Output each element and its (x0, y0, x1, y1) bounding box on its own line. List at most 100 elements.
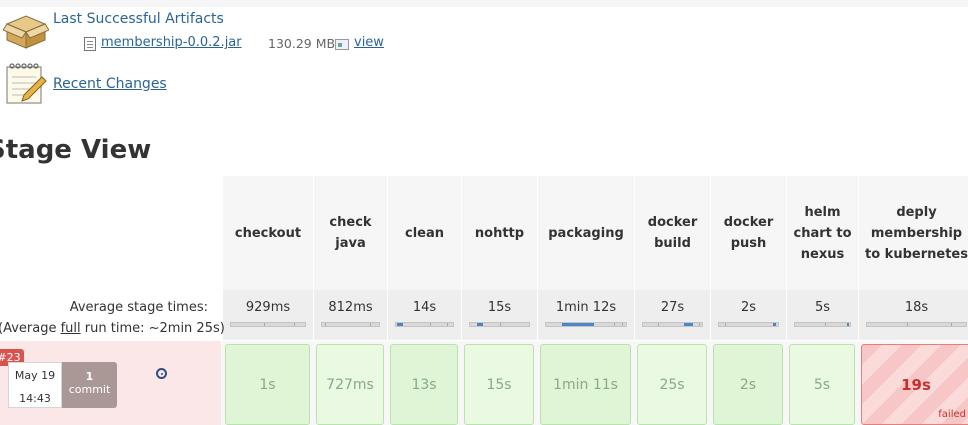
stage-average-bar (469, 322, 530, 327)
stage-average-bar-fill (562, 323, 594, 326)
file-icon (84, 37, 96, 51)
avg-full-prefix: (Average (0, 321, 61, 336)
stage-header-7: helm chart to nexus (786, 176, 858, 290)
stage-average-time: 812ms (328, 300, 373, 315)
stage-average-time: 14s (412, 300, 437, 315)
stage-header-1: check java (313, 176, 387, 290)
artifact-file-size: 130.29 MB (268, 36, 336, 51)
stage-average-bar-tick (825, 323, 827, 326)
package-icon (3, 15, 49, 49)
stage-average-0: 929ms (222, 290, 313, 340)
artifact-view-link[interactable]: view (354, 35, 384, 50)
stage-average-bar-tick (951, 323, 953, 326)
stage-header-8: deply membership to kubernetes (858, 176, 968, 290)
stage-result-success[interactable]: 13s (390, 344, 458, 425)
info-icon[interactable] (156, 368, 167, 379)
stage-result-cell-3[interactable]: 15s (461, 341, 537, 425)
stage-average-bar (321, 322, 380, 327)
stage-result-duration: 13s (411, 376, 437, 393)
stage-average-bar-tick (430, 323, 432, 326)
stage-result-cell-7[interactable]: 5s (786, 341, 858, 425)
failed-label: failed (938, 409, 966, 420)
stage-average-bar-tick (264, 323, 266, 326)
stage-header-4: packaging (537, 176, 634, 290)
stage-result-duration: 727ms (326, 376, 374, 393)
stage-result-duration: 1min 11s (553, 376, 618, 393)
build-time: 14:43 (19, 392, 51, 405)
stage-average-time: 15s (487, 300, 512, 315)
stage-average-bar-tick (614, 323, 615, 326)
stage-header-6: docker push (710, 176, 786, 290)
stage-average-bar-tick (370, 323, 372, 326)
stage-average-bar (545, 322, 627, 327)
stage-result-cell-4[interactable]: 1min 11s (537, 341, 634, 425)
stage-result-success[interactable]: 727ms (316, 344, 384, 425)
stage-result-success[interactable]: 15s (464, 344, 534, 425)
stage-result-cell-2[interactable]: 13s (387, 341, 461, 425)
stage-result-cell-8[interactable]: 19s failed (858, 341, 968, 425)
stage-average-8: 18s (858, 290, 968, 340)
commit-count-button[interactable]: 1 commit (62, 362, 117, 408)
stage-result-cell-6[interactable]: 2s (710, 341, 786, 425)
stage-result-success[interactable]: 2s (713, 344, 783, 425)
stage-result-success[interactable]: 5s (789, 344, 855, 425)
avg-full-link[interactable]: full (61, 321, 81, 336)
stage-average-bar-fill (684, 323, 694, 326)
build-date: May 19 (14, 369, 56, 382)
recent-changes-link[interactable]: Recent Changes (53, 76, 167, 92)
stage-average-bar-tick (699, 323, 701, 326)
stage-average-4: 1min 12s (537, 290, 634, 340)
stage-result-duration: 2s (739, 376, 757, 393)
stage-header-3: nohttp (461, 176, 537, 290)
average-full-run-time: (Average full run time: ~2min 25s) (0, 321, 225, 336)
stage-average-time: 1min 12s (555, 300, 617, 315)
stage-average-bar-fill (397, 323, 403, 326)
stage-result-duration: 15s (486, 376, 512, 393)
stage-average-bar-fill (847, 323, 850, 326)
view-icon (335, 39, 349, 50)
artifact-file-link[interactable]: membership-0.0.2.jar (101, 35, 242, 50)
stage-result-success[interactable]: 1min 11s (540, 344, 631, 425)
stage-average-6: 2s (710, 290, 786, 340)
stage-average-bar-tick (906, 323, 908, 326)
stage-average-bar-tick (622, 323, 623, 326)
stage-average-bar-fill (773, 323, 776, 326)
stage-average-2: 14s (387, 290, 461, 340)
stage-average-1: 812ms (313, 290, 387, 340)
stage-average-bar (230, 322, 306, 327)
stage-view-heading: Stage View (0, 135, 152, 165)
stage-average-time: 2s (740, 300, 757, 315)
stage-average-bar-tick (324, 323, 326, 326)
stage-result-duration: 25s (659, 376, 685, 393)
commit-count: 1 (85, 370, 94, 383)
build-date-box: May 19 14:43 (8, 362, 62, 408)
stage-result-cell-1[interactable]: 727ms (313, 341, 387, 425)
stage-average-bar-tick (657, 323, 659, 326)
stage-header-2: clean (387, 176, 461, 290)
stage-average-bar (866, 322, 967, 327)
stage-average-bar-tick (499, 323, 501, 326)
top-strip (0, 0, 968, 7)
stage-result-duration: 1s (259, 376, 276, 393)
stage-average-time: 5s (814, 300, 831, 315)
stage-result-failed[interactable]: 19s failed (861, 344, 968, 425)
stage-average-3: 15s (461, 290, 537, 340)
stage-average-7: 5s (786, 290, 858, 340)
stage-average-bar (794, 322, 851, 327)
stage-result-duration: 5s (813, 376, 831, 393)
stage-result-success[interactable]: 25s (637, 344, 707, 425)
last-successful-artifacts-link[interactable]: Last Successful Artifacts (53, 11, 224, 27)
average-stage-times-label: Average stage times: (69, 300, 208, 315)
stage-average-time: 18s (904, 300, 929, 315)
stage-result-success[interactable]: 1s (225, 344, 310, 425)
stage-result-duration: 19s (901, 375, 931, 394)
stage-result-cell-5[interactable]: 25s (634, 341, 710, 425)
stage-result-cell-0[interactable]: 1s (222, 341, 313, 425)
stage-average-bar-tick (724, 323, 726, 326)
avg-full-suffix: run time: ~2min 25s) (80, 321, 225, 336)
stage-average-bar (642, 322, 703, 327)
stage-header-5: docker build (634, 176, 710, 290)
commit-label: commit (68, 383, 111, 396)
stage-header-0: checkout (222, 176, 313, 290)
stage-average-time: 929ms (245, 300, 291, 315)
